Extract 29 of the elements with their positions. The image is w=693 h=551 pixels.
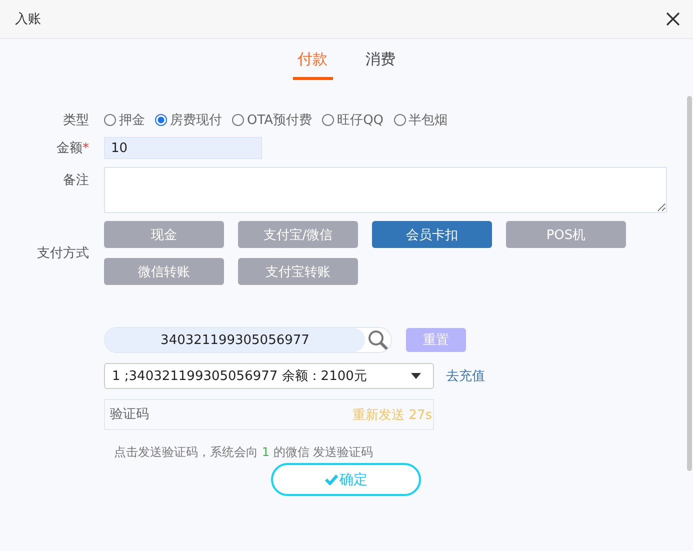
resend-countdown: 重新发送 27s	[352, 407, 433, 424]
field-label: 金额*	[56, 140, 90, 157]
payment-method-button[interactable]: 微信转账	[104, 258, 224, 285]
radio-option[interactable]: 旺仔QQ	[322, 111, 384, 129]
close-icon[interactable]	[666, 12, 680, 26]
radio-option[interactable]: 半包烟	[394, 111, 448, 129]
window-title: 入账	[15, 11, 41, 28]
check-icon	[324, 474, 338, 485]
caret-icon	[411, 373, 421, 379]
search-field[interactable]: 340321199305056977	[104, 327, 392, 353]
hint-text: 点击发送验证码，系统会向 1 的微信 发送验证码	[114, 444, 374, 461]
radio-option[interactable]: 房费现付	[155, 111, 222, 129]
scrollbar[interactable]	[687, 96, 692, 471]
search-icon[interactable]	[367, 329, 389, 351]
payment-method-button[interactable]: 会员卡扣	[372, 221, 492, 248]
field-label: 类型	[62, 112, 90, 129]
card-select[interactable]: 1 ;340321199305056977 余额：2100元	[104, 363, 434, 389]
field-label: 备注	[62, 172, 90, 189]
payment-method-button[interactable]: 支付宝转账	[238, 258, 358, 285]
field-label: 支付方式	[36, 245, 90, 262]
payment-method-button[interactable]: 现金	[104, 221, 224, 248]
payment-method-button[interactable]: 支付宝/微信	[238, 221, 358, 248]
recharge-link[interactable]: 去充值	[446, 367, 485, 385]
payment-method-button[interactable]: POS机	[506, 221, 626, 248]
tab[interactable]: 消费	[360, 49, 400, 77]
tab[interactable]: 付款	[292, 49, 332, 80]
radio-option[interactable]: OTA预付费	[232, 111, 312, 129]
radio-option[interactable]: 押金	[104, 111, 145, 129]
amount-field[interactable]: 10	[104, 137, 262, 159]
